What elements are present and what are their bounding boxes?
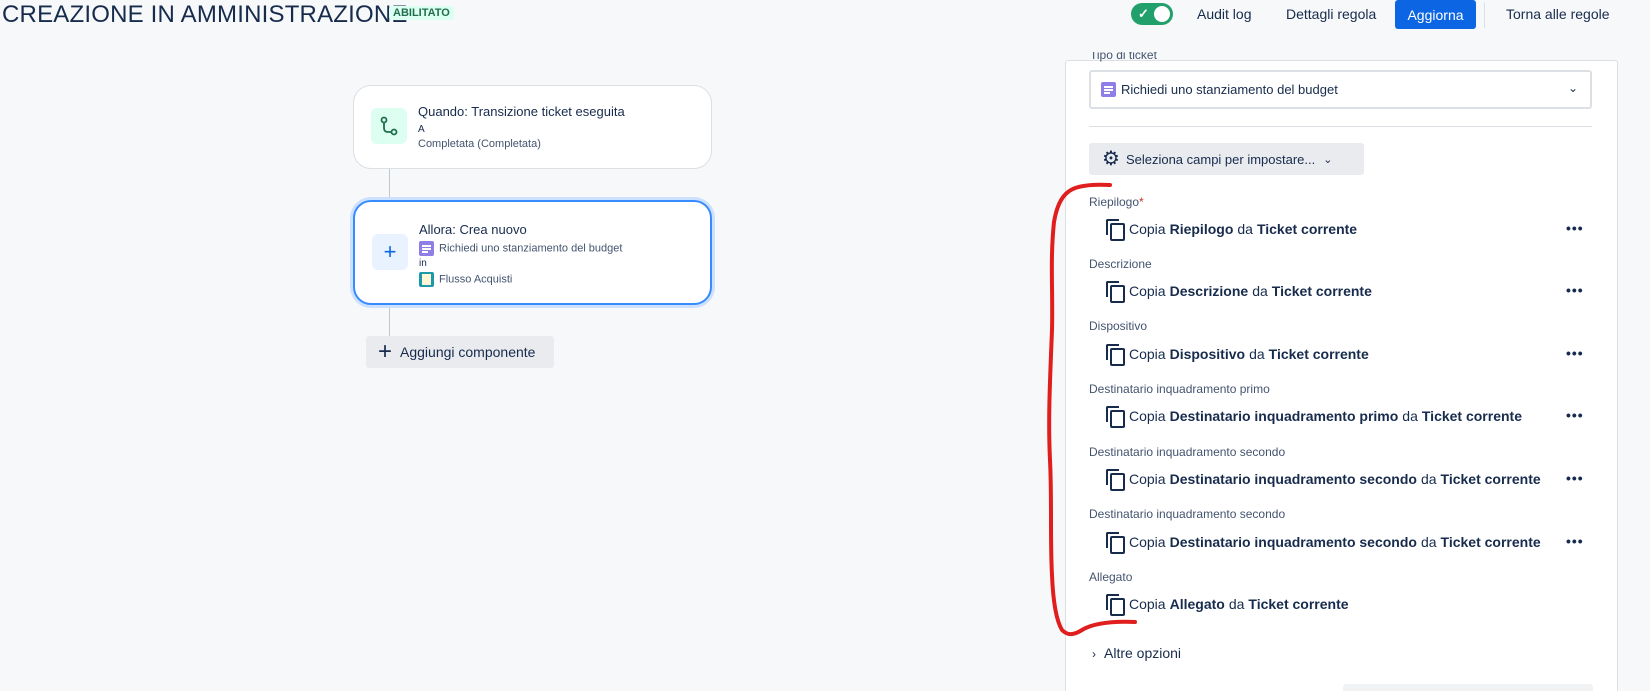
more-options-icon[interactable]: ••• (1566, 345, 1584, 361)
field-label: Destinatario inquadramento secondo (1089, 445, 1286, 459)
trigger-title: Quando: Transizione ticket eseguita (418, 104, 625, 119)
action-issue-type: Richiedi uno stanziamento del budget (419, 241, 622, 256)
toggle-knob (1154, 6, 1170, 22)
field-value[interactable]: Copia Descrizione da Ticket corrente (1105, 281, 1376, 303)
action-project: Flusso Acquisti (419, 272, 512, 287)
more-options-icon[interactable]: ••• (1566, 407, 1584, 423)
panel-footer-button[interactable] (1343, 684, 1593, 691)
action-node[interactable]: + Allora: Crea nuovo Richiedi uno stanzi… (353, 200, 712, 305)
field-label: Allegato (1089, 570, 1133, 584)
field-label: Riepilogo* (1089, 195, 1144, 209)
audit-log-button[interactable]: Audit log (1197, 6, 1251, 22)
more-options-icon[interactable]: ••• (1566, 470, 1584, 486)
add-component-button[interactable]: + Aggiungi componente (366, 336, 554, 368)
field-value[interactable]: Copia Destinatario inquadramento secondo d… (1105, 532, 1545, 554)
chevron-down-icon: ⌄ (1567, 81, 1578, 95)
field-label: Destinatario inquadramento primo (1089, 382, 1270, 396)
select-fields-label: Seleziona campi per impostare... (1125, 151, 1316, 167)
field-label: Descrizione (1089, 257, 1152, 271)
project-icon (419, 272, 434, 287)
more-options-toggle[interactable]: › Altre opzioni (1092, 645, 1181, 661)
field-label: Destinatario inquadramento secondo (1089, 507, 1286, 521)
chevron-right-icon: › (1092, 647, 1096, 661)
status-badge: ABILITATO (389, 6, 454, 20)
connector-line (389, 305, 390, 336)
copy-icon (1105, 532, 1125, 554)
field-value[interactable]: Copia Allegato da Ticket corrente (1105, 594, 1353, 616)
trigger-node[interactable]: Quando: Transizione ticket eseguita A Co… (353, 85, 712, 169)
trigger-line2: Completata (Completata) (418, 138, 541, 150)
add-component-label: Aggiungi componente (400, 344, 536, 360)
action-line3: Flusso Acquisti (439, 273, 513, 286)
header-divider (1484, 2, 1485, 28)
rule-enabled-toggle[interactable]: ✓ (1131, 3, 1173, 25)
field-value[interactable]: Copia Dispositivo da Ticket corrente (1105, 344, 1373, 366)
issue-type-icon (1101, 82, 1116, 97)
more-options-icon[interactable]: ••• (1566, 220, 1584, 236)
plus-icon: + (378, 338, 393, 365)
copy-icon (1105, 219, 1125, 241)
gear-icon: ⚙ (1102, 148, 1120, 170)
action-title: Allora: Crea nuovo (419, 222, 527, 237)
copy-icon (1105, 344, 1125, 366)
action-line1: Richiedi uno stanziamento del budget (439, 242, 623, 255)
plus-icon: + (372, 234, 408, 270)
trigger-line1: A (418, 124, 425, 135)
issue-type-icon (419, 241, 434, 256)
select-fields-button[interactable]: ⚙ Seleziona campi per impostare... ⌄ (1089, 143, 1364, 175)
issue-type-select[interactable]: Richiedi uno stanziamento del budget ⌄ (1089, 70, 1592, 109)
issue-type-label: Tipo di ticket (1090, 52, 1157, 62)
panel-divider (1089, 126, 1592, 127)
check-icon: ✓ (1138, 6, 1149, 21)
field-value[interactable]: Copia Riepilogo da Ticket corrente (1105, 219, 1361, 241)
update-button[interactable]: Aggiorna (1395, 0, 1476, 29)
copy-icon (1105, 469, 1125, 491)
field-value[interactable]: Copia Destinatario inquadramento secondo d… (1105, 469, 1545, 491)
chevron-down-icon: ⌄ (1323, 153, 1333, 166)
rule-details-button[interactable]: Dettagli regola (1286, 6, 1376, 22)
copy-icon (1105, 406, 1125, 428)
field-label: Dispositivo (1089, 319, 1148, 333)
page-title: CREAZIONE IN AMMINISTRAZIONE (2, 1, 408, 28)
more-options-icon[interactable]: ••• (1566, 533, 1584, 549)
back-to-rules-button[interactable]: Torna alle regole (1506, 6, 1610, 22)
copy-icon (1105, 281, 1125, 303)
required-marker: * (1139, 195, 1144, 209)
more-options-label: Altre opzioni (1104, 645, 1182, 661)
copy-icon (1105, 594, 1125, 616)
action-line2: in (419, 258, 427, 269)
more-options-icon[interactable]: ••• (1566, 282, 1584, 298)
branch-icon (371, 108, 407, 144)
field-value[interactable]: Copia Destinatario inquadramento primo da T… (1105, 406, 1526, 428)
connector-line (389, 168, 390, 199)
issue-type-value: Richiedi uno stanziamento del budget (1121, 82, 1338, 97)
